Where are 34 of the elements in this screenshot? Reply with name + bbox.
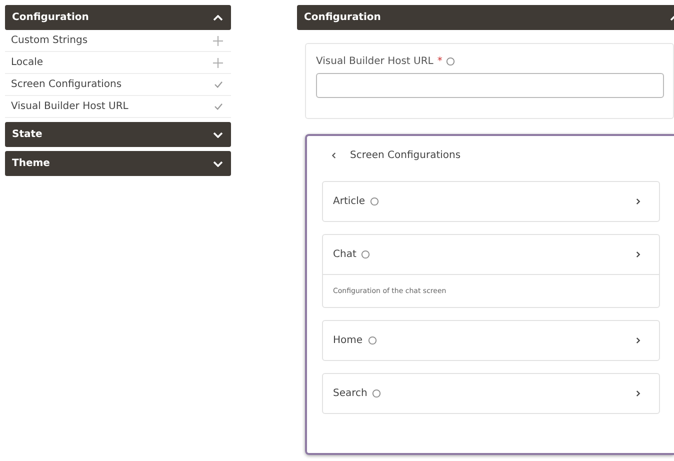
info-icon: [372, 389, 382, 398]
info-icon: [370, 197, 380, 206]
chevron-icon: [636, 251, 641, 258]
subpage-title: Screen Configurations: [350, 150, 461, 161]
sidebar-item[interactable]: Visual Builder Host URL: [5, 96, 231, 118]
field-label: Visual Builder Host URL: [316, 56, 434, 67]
item-label: Article: [333, 196, 366, 207]
section-title: State: [12, 129, 42, 140]
screen-item[interactable]: Chat: [323, 235, 659, 275]
accordion-header[interactable]: Theme: [5, 151, 231, 176]
panel-title: Configuration: [304, 12, 381, 23]
section-title: Theme: [12, 158, 50, 169]
sidebar-item[interactable]: Locale: [5, 52, 231, 74]
panel-header[interactable]: Configuration: [297, 5, 674, 30]
url-input[interactable]: [316, 73, 664, 98]
sidebar-item[interactable]: Screen Configurations: [5, 74, 231, 96]
chevron-icon: [636, 198, 641, 205]
back-icon[interactable]: [331, 152, 336, 159]
screen-item[interactable]: Article: [323, 182, 659, 221]
required-mark: *: [437, 56, 442, 67]
chevron-icon: [636, 337, 641, 344]
accordion-header[interactable]: Configuration: [5, 5, 231, 30]
info-icon: [361, 250, 370, 259]
info-icon: [446, 57, 456, 66]
screen-item[interactable]: Home: [323, 321, 659, 360]
item-label: Home: [333, 335, 363, 346]
sidebar-item[interactable]: Custom Strings: [5, 30, 231, 52]
chevron-icon: [636, 390, 641, 397]
accordion-header[interactable]: State: [5, 122, 231, 147]
item-label: Search: [333, 388, 368, 399]
screen-item[interactable]: Search: [323, 374, 659, 413]
section-title: Configuration: [12, 12, 89, 23]
info-icon: [368, 336, 377, 345]
item-label: Chat: [333, 249, 356, 260]
